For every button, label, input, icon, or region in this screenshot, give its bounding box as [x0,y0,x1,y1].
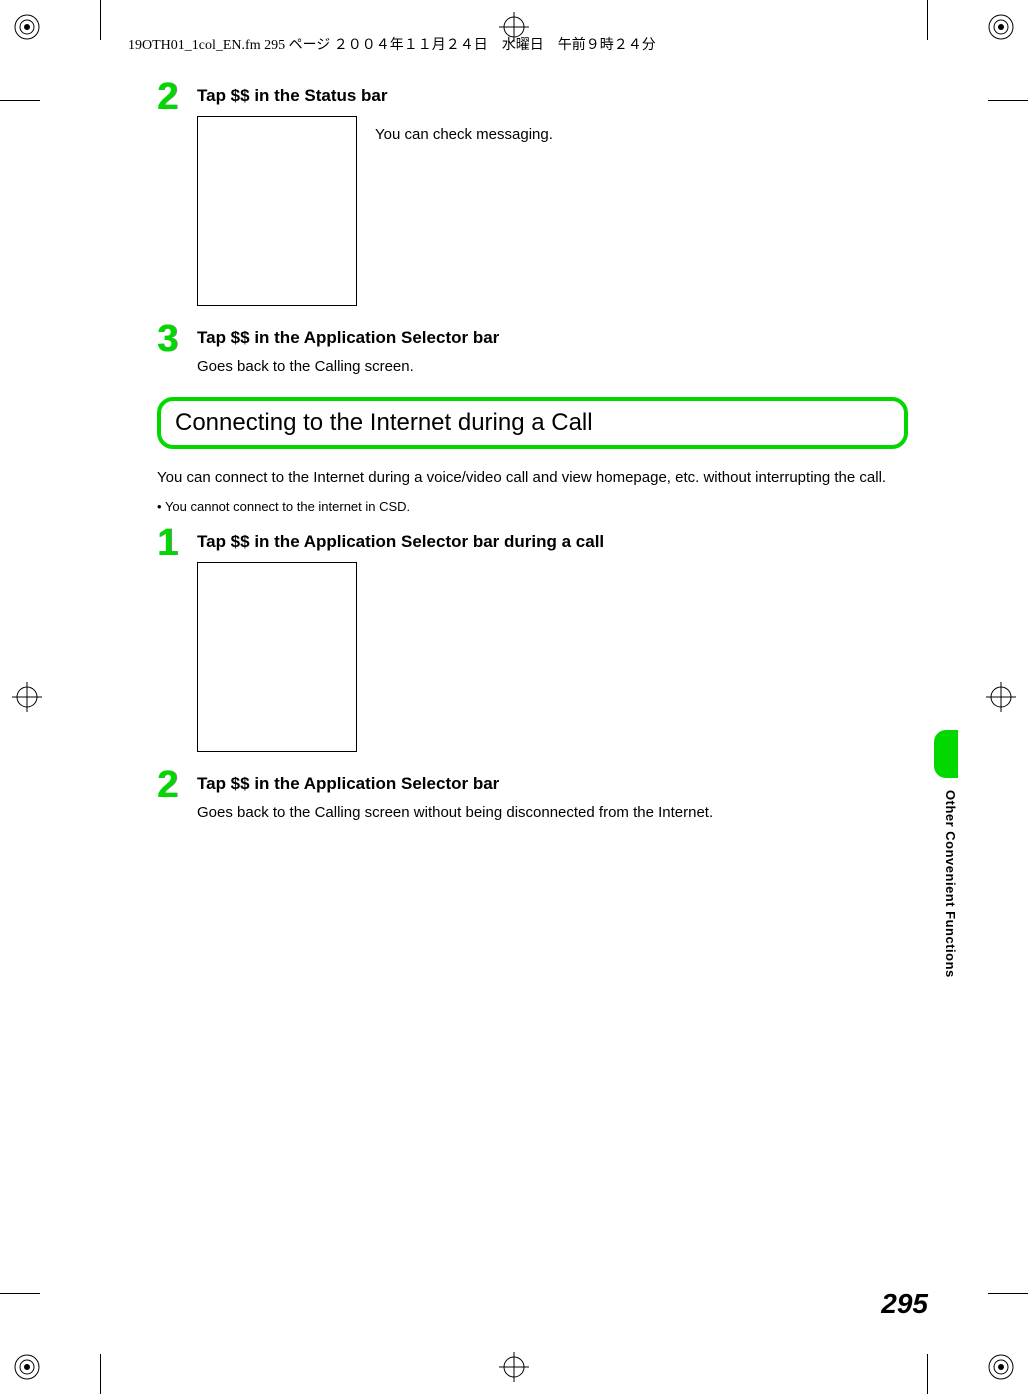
crop-line [927,0,928,40]
crop-mark-icon [12,1352,42,1382]
crop-mark-icon [986,12,1016,42]
crop-line [988,1293,1028,1294]
crop-line [927,1354,928,1394]
step-2b: 2 Tap $$ in the Application Selector bar… [157,774,908,823]
step-number: 1 [157,522,178,565]
page-number: 295 [881,1288,928,1320]
crop-line [100,0,101,40]
step-title: Tap $$ in the Application Selector bar [197,328,908,348]
crop-line [0,1293,40,1294]
step-title: Tap $$ in the Status bar [197,86,908,106]
step-number: 2 [157,76,178,119]
section-heading: Connecting to the Internet during a Call [157,397,908,449]
crop-line [100,1354,101,1394]
crop-mark-icon [12,12,42,42]
registration-mark-icon [986,682,1016,712]
step-title: Tap $$ in the Application Selector bar [197,774,908,794]
screenshot-placeholder [197,562,357,752]
screenshot-placeholder [197,116,357,306]
side-section-label: Other Convenient Functions [943,790,958,978]
crop-line [0,100,40,101]
step-2: 2 Tap $$ in the Status bar You can check… [157,86,908,306]
step-description: You can check messaging. [375,124,553,145]
registration-mark-icon [12,682,42,712]
page-content: 2 Tap $$ in the Status bar You can check… [157,86,908,837]
crop-mark-icon [986,1352,1016,1382]
step-number: 2 [157,764,178,807]
section-note: You cannot connect to the internet in CS… [157,499,908,514]
step-description: Goes back to the Calling screen. [197,356,908,377]
registration-mark-icon [499,1352,529,1382]
crop-line [988,100,1028,101]
step-title: Tap $$ in the Application Selector bar d… [197,532,908,552]
page-header-meta: 19OTH01_1col_EN.fm 295 ページ ２００４年１１月２４日 水… [128,34,656,54]
step-description: Goes back to the Calling screen without … [197,802,908,823]
step-3: 3 Tap $$ in the Application Selector bar… [157,328,908,377]
section-intro: You can connect to the Internet during a… [157,467,908,489]
step-number: 3 [157,318,178,361]
step-1: 1 Tap $$ in the Application Selector bar… [157,532,908,752]
thumb-tab [934,730,958,778]
